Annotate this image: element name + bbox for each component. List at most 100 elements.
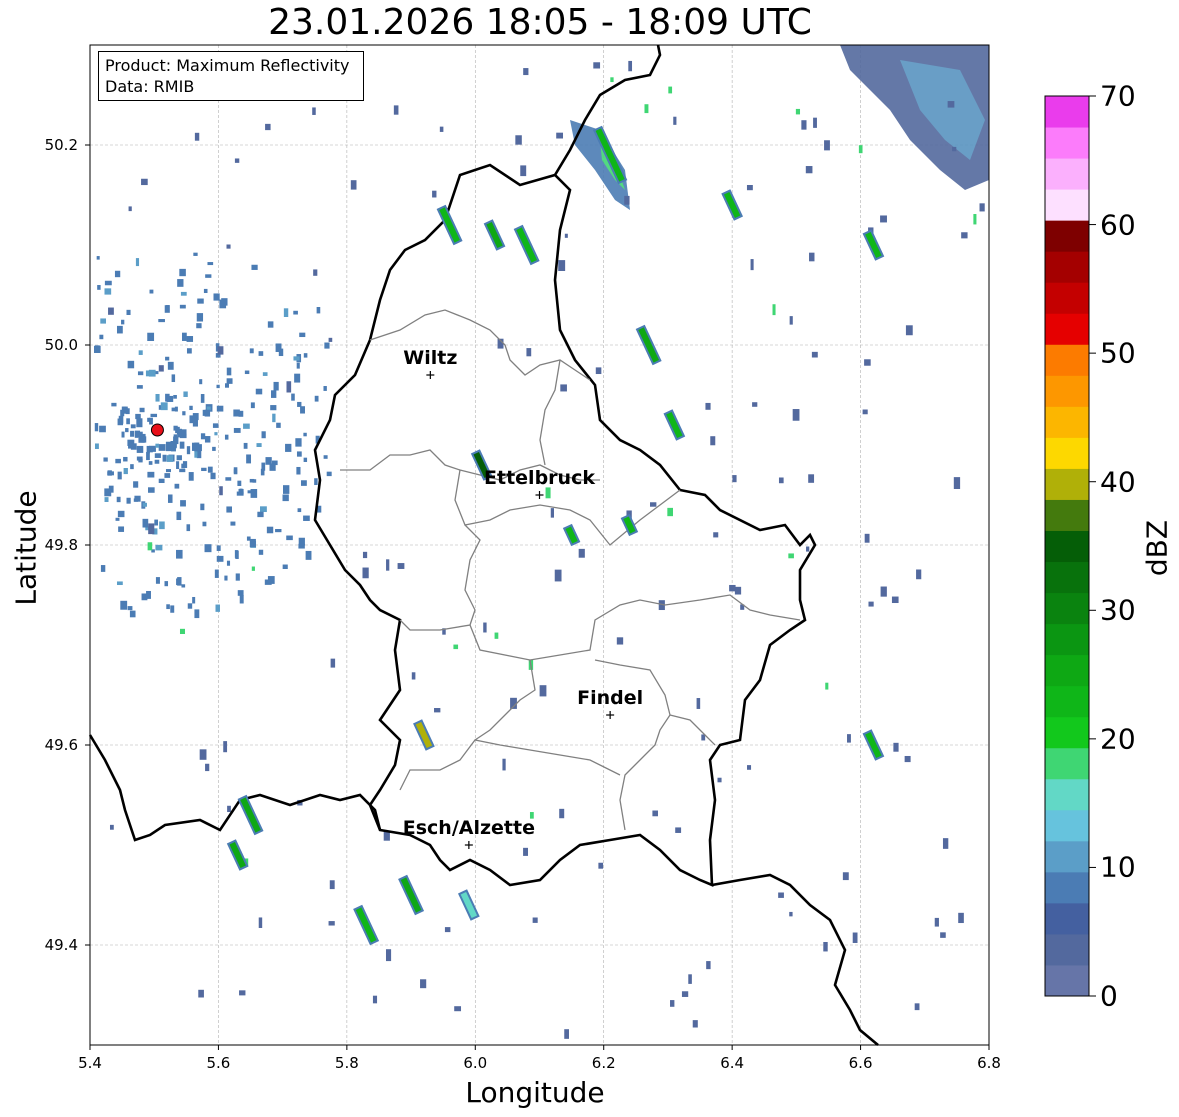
- clutter-speck: [186, 336, 194, 342]
- scattered-echo: [650, 502, 657, 507]
- clutter-speck: [296, 466, 301, 475]
- clutter-speck: [127, 606, 133, 611]
- clutter-speck: [261, 431, 266, 439]
- scattered-echo: [732, 475, 737, 483]
- clutter-speck: [294, 373, 301, 383]
- clutter-speck: [179, 468, 186, 473]
- scattered-echo: [862, 409, 868, 415]
- clutter-speck: [139, 407, 145, 413]
- clutter-speck: [249, 348, 254, 354]
- clutter-speck: [160, 402, 168, 411]
- clutter-speck: [180, 291, 187, 296]
- colorbar-tick-label: 50: [1100, 336, 1136, 370]
- clutter-speck: [189, 405, 193, 411]
- scattered-echo: [526, 348, 532, 357]
- scattered-echo: [198, 989, 204, 998]
- clutter-speck: [137, 371, 144, 376]
- colorbar-segment: [1045, 933, 1089, 966]
- clutter-speck: [94, 345, 100, 350]
- clutter-speck: [291, 393, 295, 401]
- scattered-echo: [893, 742, 899, 752]
- scattered-echo: [947, 101, 955, 108]
- colorbar-tick-label: 60: [1100, 208, 1136, 242]
- clutter-speck: [258, 351, 264, 356]
- scattered-echo: [226, 244, 231, 249]
- clutter-speck: [120, 409, 125, 417]
- clutter-speck: [272, 413, 276, 423]
- clutter-speck: [147, 446, 153, 453]
- clutter-speck: [130, 430, 135, 437]
- clutter-speck: [167, 494, 173, 503]
- radar-map-chart: [85, 44, 1096, 1050]
- scattered-echo: [393, 105, 399, 115]
- x-tick-label: 6.4: [720, 1054, 745, 1072]
- scattered-echo: [710, 436, 716, 446]
- clutter-speck: [285, 443, 292, 452]
- clutter-speck: [164, 305, 170, 313]
- clutter-speck: [117, 510, 125, 518]
- clutter-speck: [214, 569, 219, 578]
- clutter-speck: [192, 596, 196, 604]
- clutter-speck: [155, 393, 160, 402]
- clutter-speck: [193, 252, 198, 256]
- clutter-speck: [215, 604, 220, 612]
- scattered-echo: [386, 559, 390, 571]
- scattered-echo: [795, 108, 801, 115]
- colorbar-segment: [1045, 344, 1089, 376]
- clutter-speck: [299, 332, 306, 338]
- clutter-speck: [155, 577, 160, 584]
- chart-title: 23.01.2026 18:05 - 18:09 UTC: [268, 2, 812, 43]
- clutter-speck: [282, 494, 289, 502]
- clutter-speck: [300, 406, 305, 414]
- scattered-echo: [313, 269, 318, 276]
- scattered-echo: [813, 117, 817, 128]
- colorbar-segment: [1045, 747, 1089, 780]
- clutter-speck: [275, 528, 282, 533]
- clutter-speck: [239, 595, 244, 604]
- clutter-speck: [255, 388, 263, 395]
- clutter-speck: [238, 488, 244, 495]
- clutter-speck: [226, 560, 231, 566]
- clutter-speck: [267, 321, 274, 328]
- x-tick-marks: [89, 1045, 990, 1050]
- clutter-speck: [225, 477, 232, 481]
- clutter-speck: [108, 485, 114, 493]
- clutter-speck: [224, 434, 229, 440]
- scattered-echo: [595, 367, 602, 375]
- clutter-speck: [146, 451, 150, 461]
- clutter-speck: [296, 362, 300, 369]
- scattered-echo: [108, 307, 114, 315]
- clutter-speck: [262, 372, 268, 376]
- colorbar-segment: [1045, 189, 1089, 221]
- clutter-speck: [182, 461, 188, 468]
- clutter-speck: [94, 423, 99, 432]
- clutter-speck: [111, 402, 117, 407]
- clutter-speck: [275, 343, 282, 352]
- clutter-speck: [194, 609, 200, 619]
- clutter-speck: [154, 459, 160, 464]
- clutter-speck: [252, 479, 257, 483]
- scattered-echo: [239, 990, 246, 996]
- scattered-echo: [670, 1000, 675, 1007]
- clutter-speck: [121, 319, 125, 325]
- clutter-speck: [171, 445, 176, 452]
- scattered-echo: [778, 477, 784, 484]
- clutter-speck: [170, 605, 175, 613]
- scattered-echo: [328, 921, 335, 926]
- clutter-speck: [104, 497, 109, 502]
- scattered-echo: [952, 146, 957, 152]
- clutter-speck: [141, 436, 147, 443]
- clutter-speck: [158, 444, 166, 451]
- y-tick-label: 49.6: [44, 736, 78, 754]
- colorbar-segment: [1045, 375, 1089, 407]
- scattered-echo: [578, 548, 585, 558]
- clutter-speck: [283, 485, 290, 494]
- scattered-echo: [545, 487, 551, 499]
- colorbar-tick-label: 70: [1100, 79, 1136, 113]
- scattered-echo: [523, 847, 529, 856]
- clutter-speck: [142, 518, 149, 528]
- clutter-speck: [162, 454, 167, 462]
- clutter-speck: [298, 543, 305, 549]
- clutter-speck: [303, 432, 307, 437]
- scattered-echo: [453, 644, 459, 650]
